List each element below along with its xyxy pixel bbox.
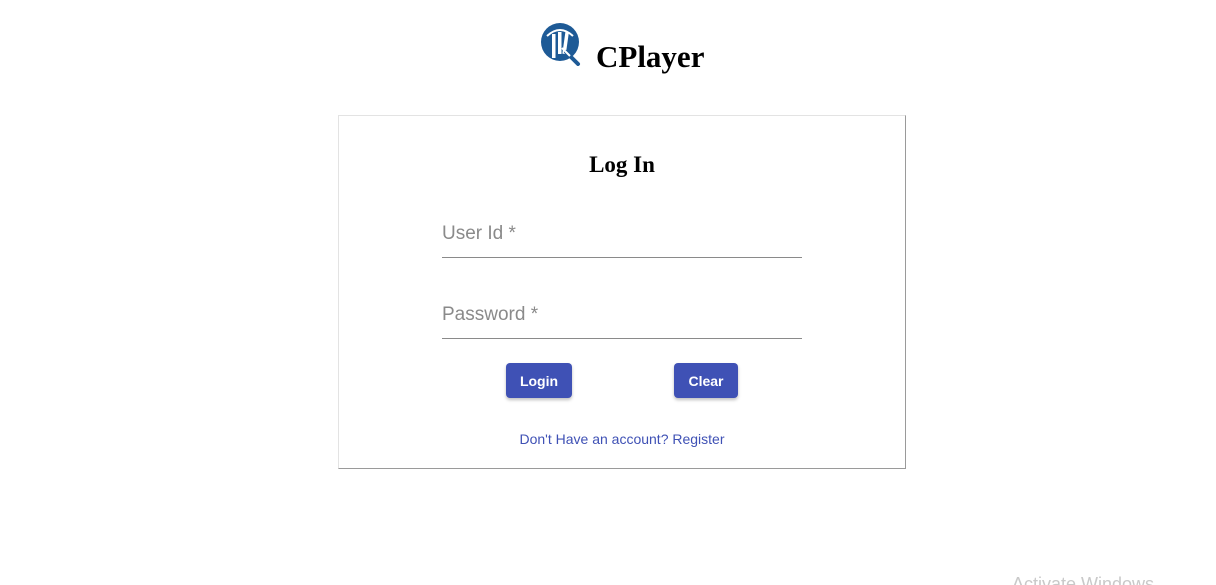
register-link[interactable]: Don't Have an account? Register <box>339 431 905 447</box>
activate-windows-watermark: Activate Windows <box>1012 574 1155 585</box>
password-input[interactable] <box>442 298 802 338</box>
brand-name: CPlayer <box>596 39 705 74</box>
login-card: Log In Login Clear Don't Have an account… <box>338 115 906 469</box>
user-id-input[interactable] <box>442 217 802 257</box>
clear-button[interactable]: Clear <box>674 363 738 398</box>
brand-header: CPlayer <box>540 20 704 72</box>
login-title: Log In <box>589 152 655 177</box>
password-field-wrapper <box>442 298 802 339</box>
login-page: CPlayer Log In Login Clear Don't Have an… <box>0 0 1216 585</box>
cricket-player-logo-icon <box>541 23 580 66</box>
user-id-field-wrapper <box>442 217 802 258</box>
login-button[interactable]: Login <box>506 363 572 398</box>
